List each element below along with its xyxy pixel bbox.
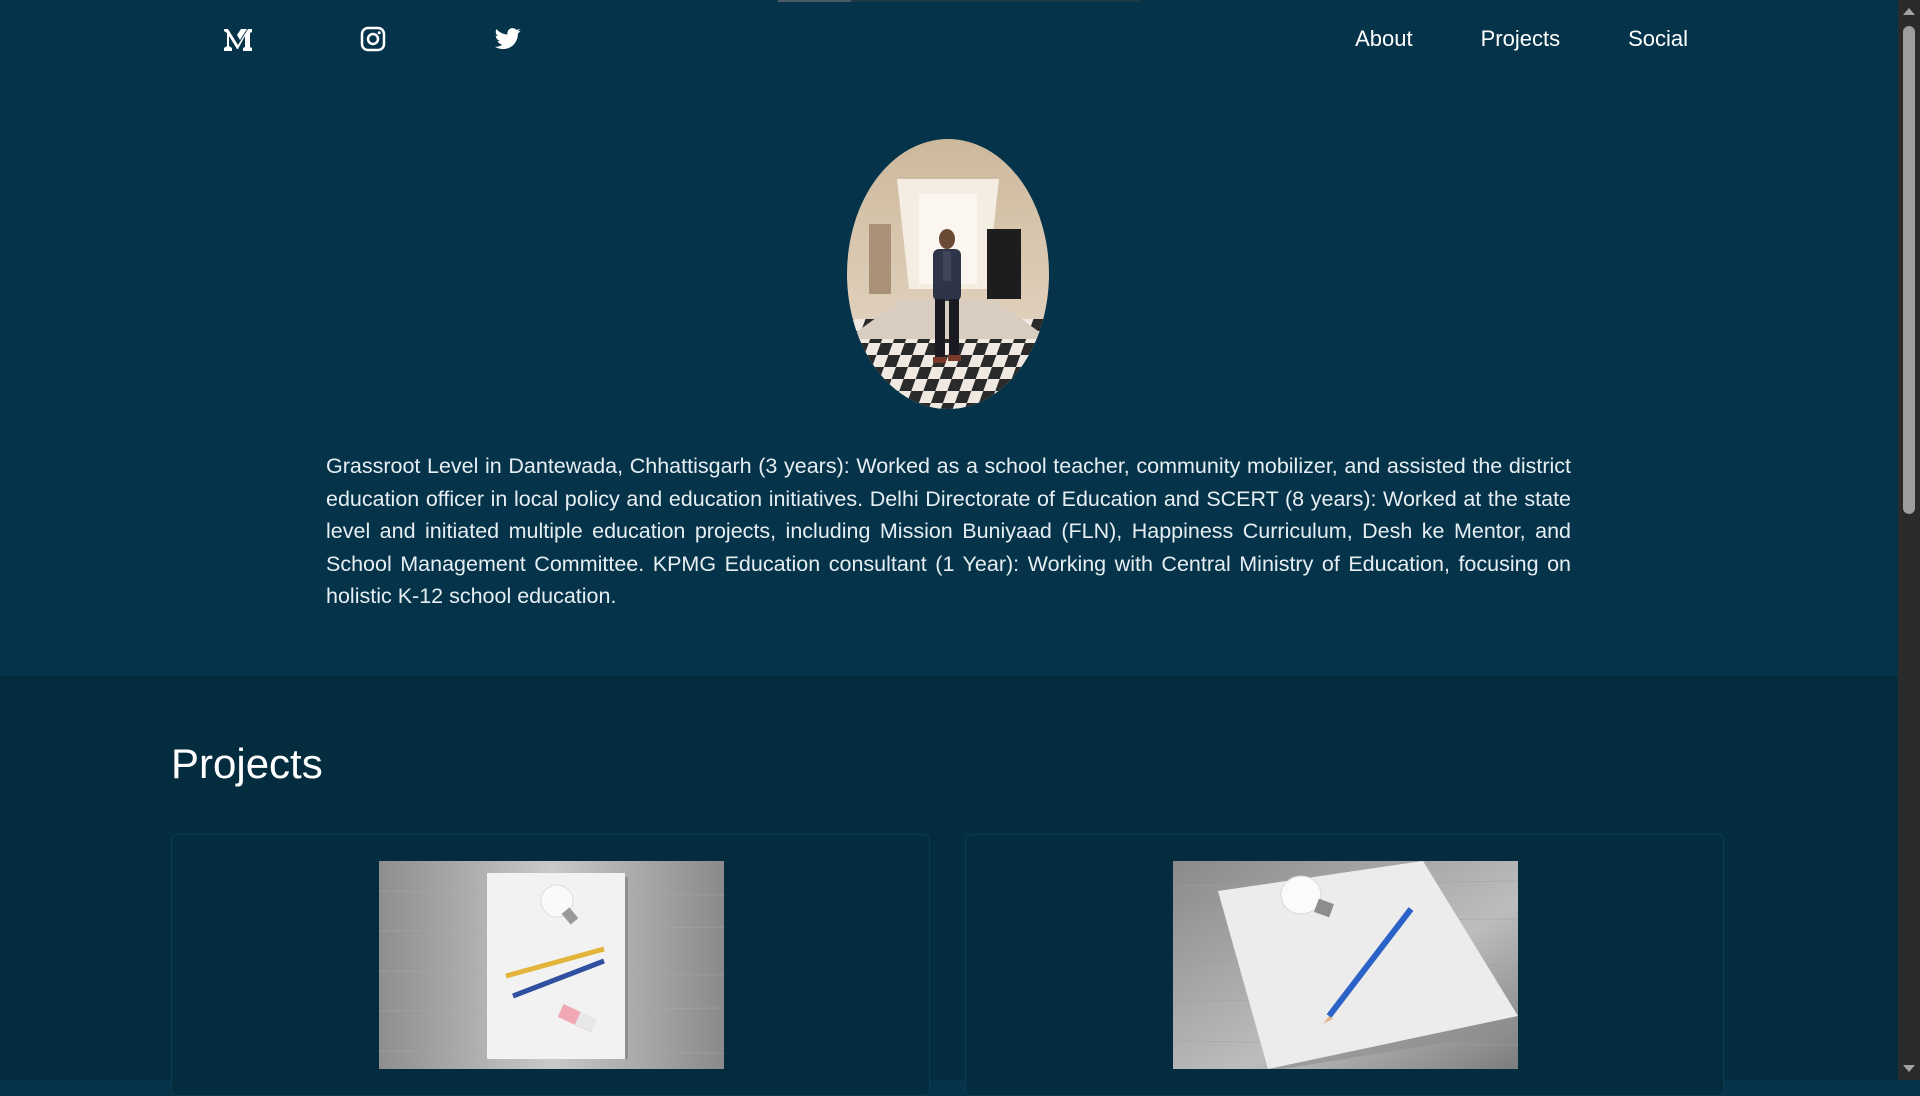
project-card[interactable]: [171, 834, 930, 1096]
paper-bulb-pencil-image: [1173, 861, 1518, 1069]
twitter-icon[interactable]: [493, 24, 523, 54]
paper-bulb-pencils-image: [379, 861, 724, 1069]
main-nav: About Projects Social: [1287, 24, 1688, 54]
site-header: About Projects Social: [0, 0, 1898, 80]
page-scrollbar[interactable]: [1898, 0, 1920, 1080]
projects-heading: Projects: [171, 740, 323, 787]
nav-projects[interactable]: Projects: [1481, 24, 1560, 54]
projects-section: Projects: [0, 676, 1898, 1096]
nav-social[interactable]: Social: [1628, 24, 1688, 54]
instagram-icon[interactable]: [358, 24, 388, 54]
scroll-up-arrow-icon[interactable]: [1903, 8, 1915, 15]
about-section: Grassroot Level in Dantewada, Chhattisga…: [0, 80, 1898, 676]
medium-icon[interactable]: [223, 24, 253, 54]
bio-text: Grassroot Level in Dantewada, Chhattisga…: [326, 454, 1571, 608]
profile-photo: [847, 139, 1049, 409]
scroll-down-arrow-icon[interactable]: [1903, 1065, 1915, 1072]
nav-about[interactable]: About: [1355, 24, 1413, 54]
project-card[interactable]: [965, 834, 1724, 1096]
scrollbar-thumb[interactable]: [1903, 26, 1915, 514]
